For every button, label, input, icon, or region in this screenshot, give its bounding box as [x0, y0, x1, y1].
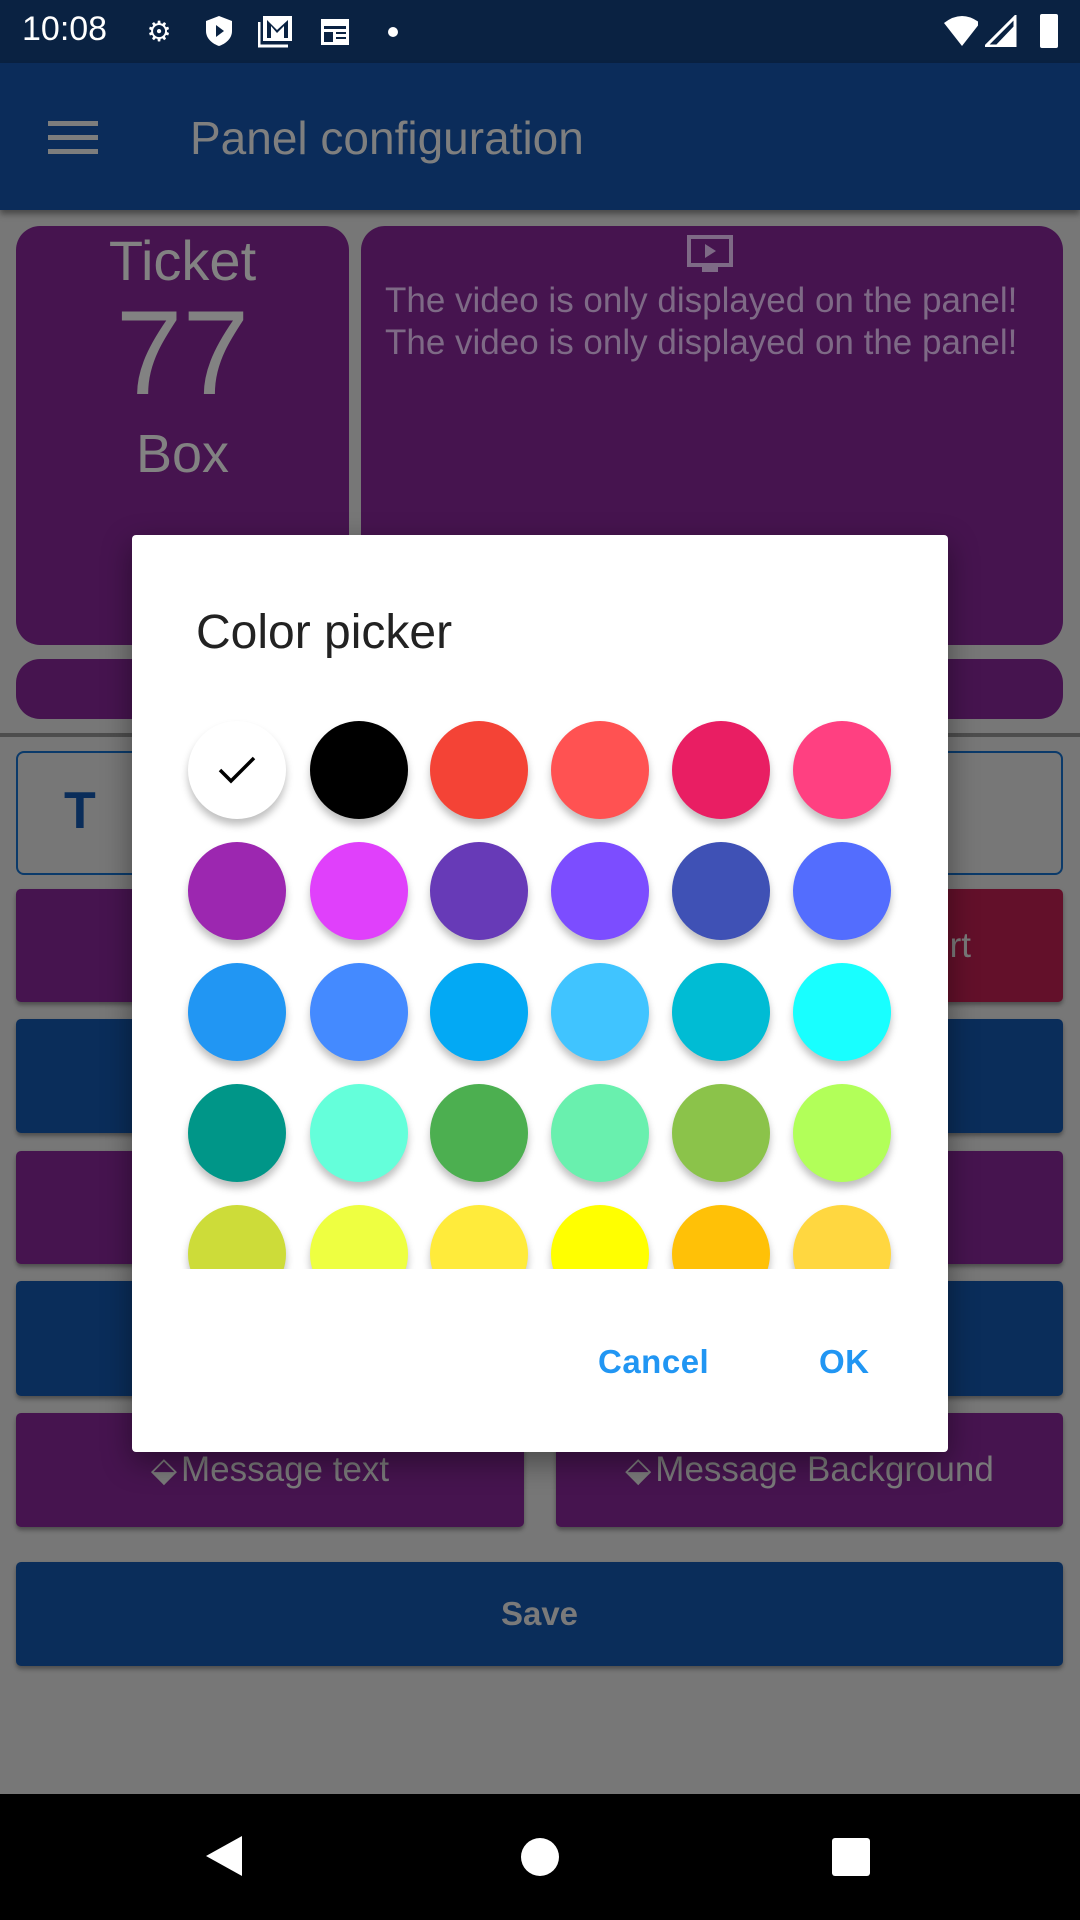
color-swatch[interactable] [551, 1084, 649, 1182]
cancel-button[interactable]: Cancel [598, 1343, 709, 1381]
page-title: Panel configuration [190, 112, 584, 164]
video-notice-line: The video is only displayed on the panel… [385, 281, 1018, 320]
color-swatch[interactable] [310, 721, 408, 819]
color-swatch[interactable] [430, 1205, 528, 1269]
color-swatch[interactable] [310, 1205, 408, 1269]
status-bar: 10:08 ⚙ [0, 0, 1080, 63]
color-swatch[interactable] [188, 1084, 286, 1182]
color-swatch[interactable] [793, 1205, 891, 1269]
shield-play-icon [202, 14, 236, 48]
color-swatch[interactable] [672, 1084, 770, 1182]
color-swatch[interactable] [188, 842, 286, 940]
home-icon[interactable] [521, 1838, 559, 1876]
color-swatch[interactable] [793, 1084, 891, 1182]
format-color-fill-icon: ⬙ [150, 1451, 177, 1489]
check-icon [218, 756, 256, 784]
color-swatch-grid[interactable] [132, 713, 948, 1269]
color-swatch[interactable] [310, 842, 408, 940]
color-swatch[interactable] [551, 842, 649, 940]
color-swatch[interactable] [672, 721, 770, 819]
save-label: Save [500, 1595, 579, 1632]
color-swatch[interactable] [793, 963, 891, 1061]
color-swatch[interactable] [551, 1205, 649, 1269]
text-format-icon: T [64, 782, 96, 840]
battery-icon [1040, 14, 1058, 48]
button-label-fragment: rt [949, 925, 971, 965]
box-label: Box [135, 424, 230, 484]
gmail-icon [258, 14, 292, 48]
signal-icon [984, 14, 1018, 48]
color-swatch[interactable] [430, 721, 528, 819]
format-color-fill-icon: ⬙ [625, 1451, 652, 1489]
color-swatch[interactable] [430, 842, 528, 940]
color-swatch[interactable] [672, 1205, 770, 1269]
hamburger-icon[interactable] [48, 121, 98, 155]
color-swatch[interactable] [188, 721, 286, 819]
recents-icon[interactable] [832, 1838, 870, 1876]
color-swatch[interactable] [793, 842, 891, 940]
color-swatch[interactable] [793, 721, 891, 819]
color-swatch[interactable] [188, 1205, 286, 1269]
back-icon[interactable] [204, 1834, 244, 1878]
color-swatch[interactable] [551, 721, 649, 819]
gear-icon: ⚙ [146, 15, 172, 47]
video-notice-line: The video is only displayed on the panel… [385, 323, 1018, 362]
save-button[interactable]: Save [16, 1562, 1063, 1666]
dialog-title: Color picker [196, 606, 453, 659]
dot-icon [388, 27, 398, 37]
message-text-label: Message text [181, 1450, 390, 1489]
ticket-number: 77 [115, 286, 250, 420]
color-swatch[interactable] [188, 963, 286, 1061]
status-time: 10:08 [22, 10, 108, 48]
color-swatch[interactable] [672, 963, 770, 1061]
ticket-label: Ticket [108, 229, 257, 292]
color-swatch[interactable] [672, 842, 770, 940]
color-swatch[interactable] [310, 1084, 408, 1182]
app-bar: Panel configuration [0, 63, 1080, 210]
tv-play-icon [687, 235, 733, 272]
wifi-icon [944, 14, 978, 48]
navigation-bar [0, 1794, 1080, 1920]
message-background-label: Message Background [655, 1450, 994, 1489]
color-swatch[interactable] [430, 963, 528, 1061]
calendar-icon [318, 14, 352, 48]
color-swatch[interactable] [310, 963, 408, 1061]
color-swatch[interactable] [551, 963, 649, 1061]
color-picker-dialog: Color picker Cancel OK [132, 535, 948, 1452]
ok-button[interactable]: OK [819, 1343, 870, 1381]
color-swatch[interactable] [430, 1084, 528, 1182]
